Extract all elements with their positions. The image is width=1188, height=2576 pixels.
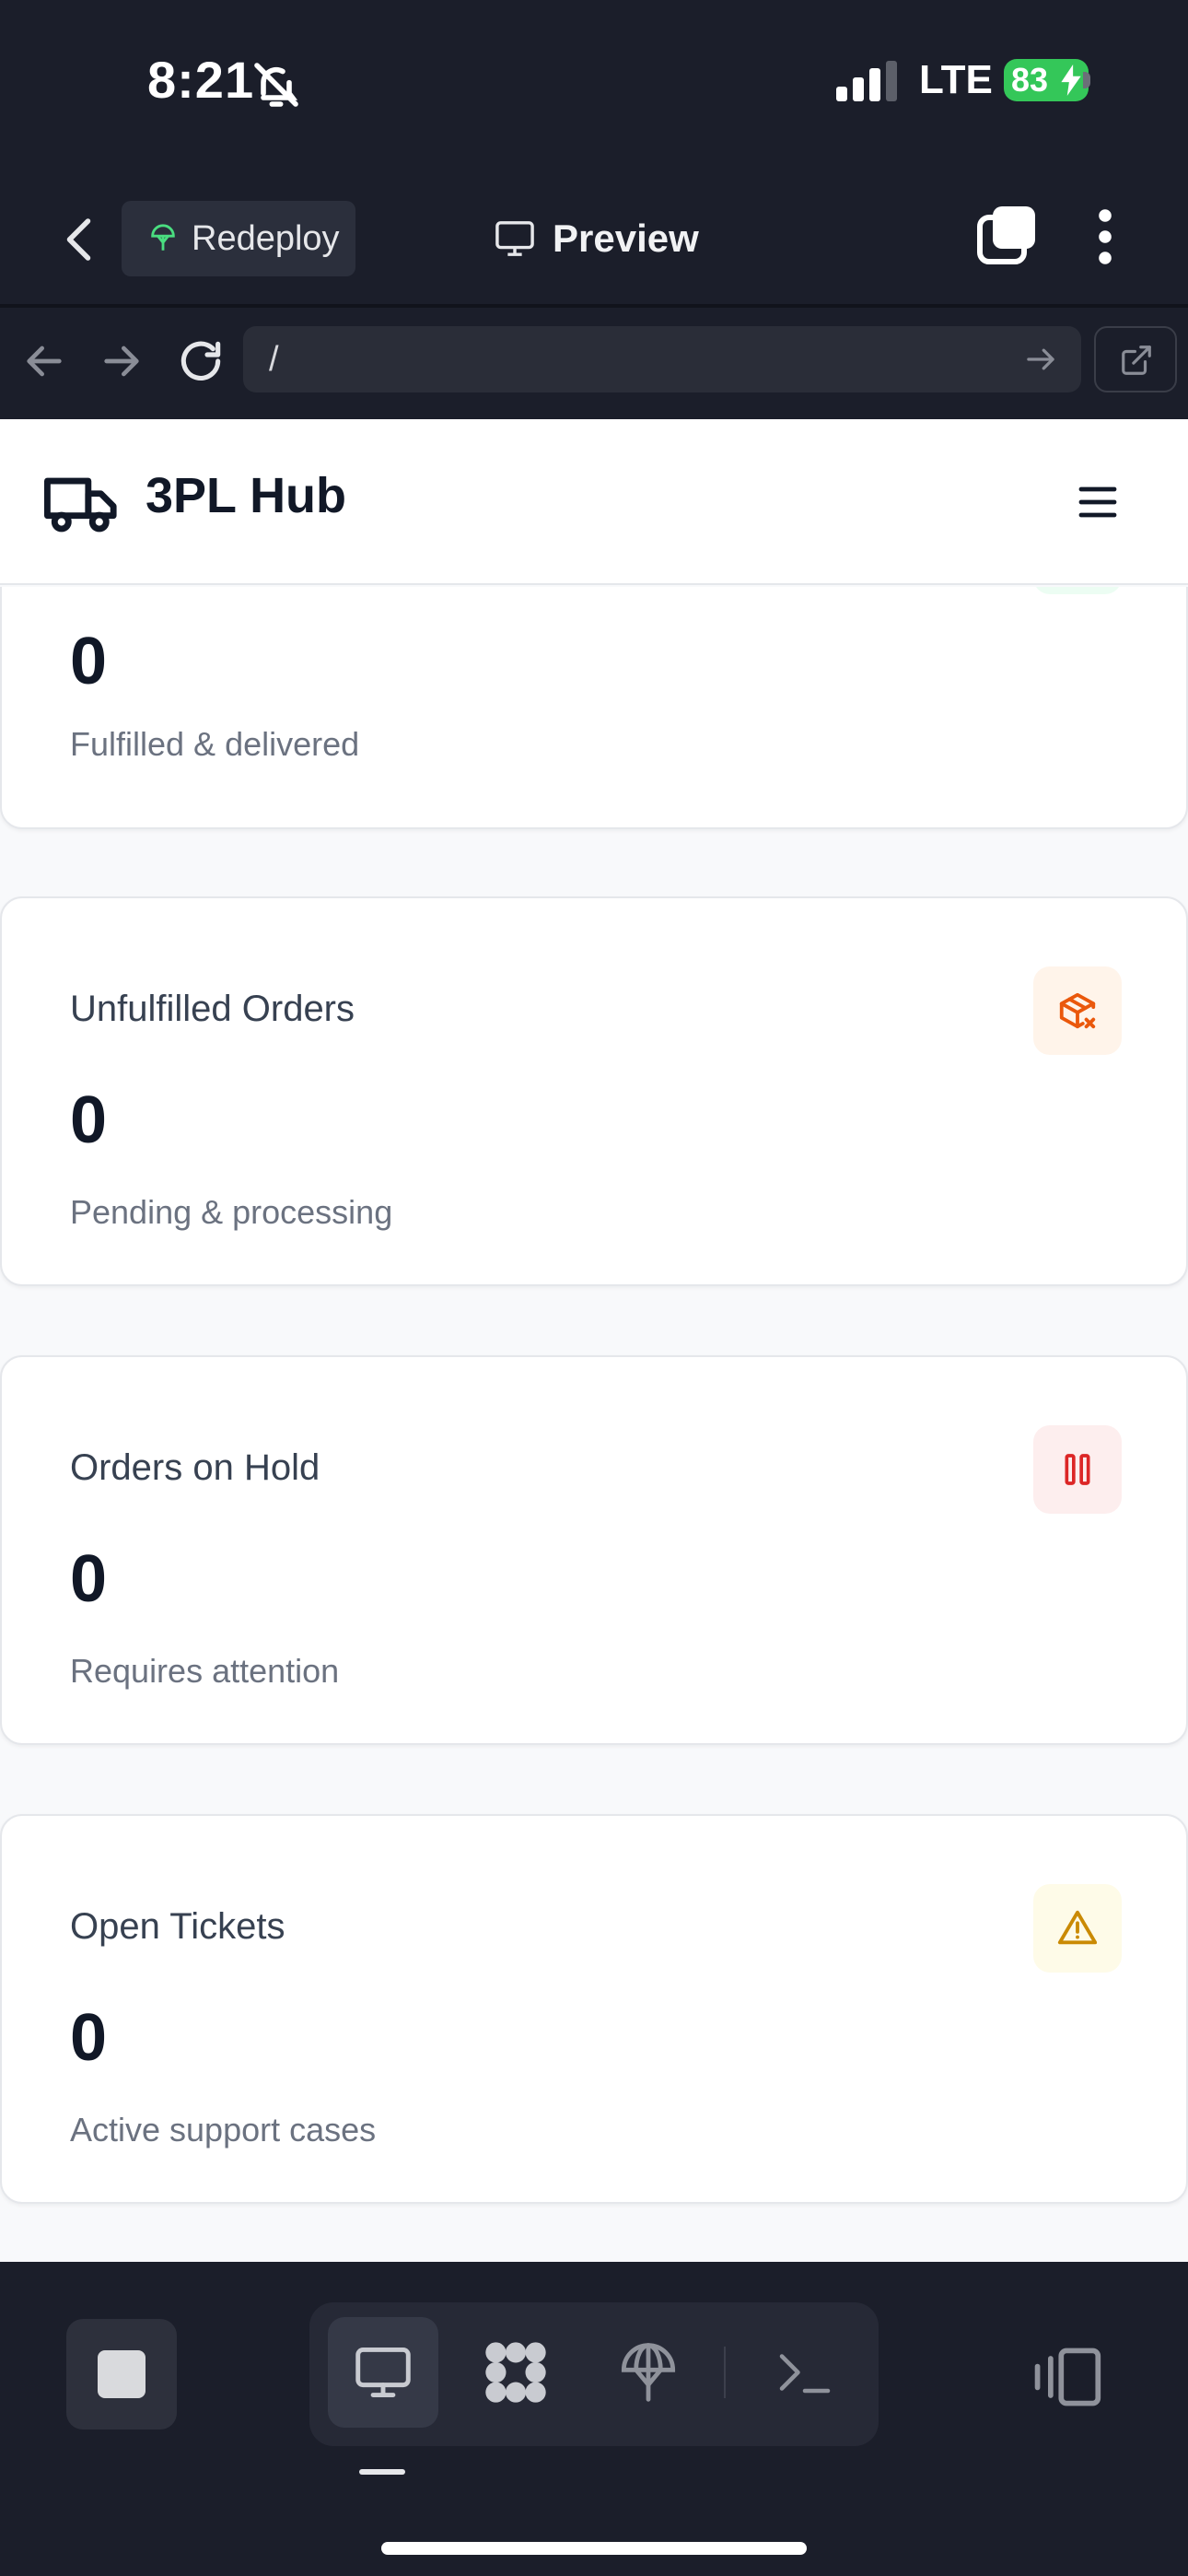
- network-type: LTE: [919, 57, 993, 102]
- card-description: Active support cases: [70, 2111, 377, 2149]
- truck-icon: [44, 477, 117, 533]
- apps-tool-button[interactable]: [460, 2317, 571, 2428]
- bottom-toolbar: [0, 2262, 1188, 2576]
- card-value: 0: [70, 1083, 108, 1157]
- stat-card-open-tickets: Open Tickets 0 Active support cases: [0, 1814, 1188, 2204]
- check-icon: [1033, 587, 1122, 594]
- stat-card-on-hold: Orders on Hold 0 Requires attention: [0, 1355, 1188, 1745]
- signal-icon: [836, 61, 897, 101]
- card-description: Pending & processing: [70, 1193, 393, 1231]
- stop-icon: [98, 2350, 146, 2398]
- stat-card-fulfilled: 0 Fulfilled & delivered: [0, 587, 1188, 829]
- package-x-icon: [1033, 966, 1122, 1055]
- desktop-icon: [355, 2348, 411, 2397]
- deploy-icon: [151, 224, 175, 251]
- deploy-tool-button[interactable]: [593, 2317, 704, 2428]
- card-description: Fulfilled & delivered: [70, 725, 360, 763]
- redeploy-button[interactable]: Redeploy: [122, 201, 355, 276]
- stop-button[interactable]: [66, 2319, 177, 2430]
- terminal-tool-button[interactable]: [750, 2317, 860, 2428]
- battery-cap: [1083, 72, 1090, 88]
- desktop-tool-button[interactable]: [328, 2317, 438, 2428]
- card-description: Requires attention: [70, 1652, 340, 1690]
- arrow-right-icon[interactable]: [96, 335, 147, 387]
- stat-card-unfulfilled: Unfulfilled Orders 0 Pending & processin…: [0, 896, 1188, 1286]
- more-vertical-icon[interactable]: [1087, 206, 1124, 267]
- tabs-icon[interactable]: [976, 205, 1037, 265]
- url-input[interactable]: /: [243, 326, 1081, 392]
- redeploy-label: Redeploy: [192, 218, 340, 258]
- go-arrow-icon[interactable]: [1022, 343, 1059, 376]
- apps-icon: [485, 2342, 546, 2403]
- status-bar: 8:21 LTE 83: [0, 0, 1188, 157]
- tool-switcher: [309, 2302, 879, 2446]
- browser-chrome: 8:21 LTE 83 Redeploy Preview /: [0, 0, 1188, 419]
- browser-navbar: Redeploy Preview: [0, 184, 1188, 304]
- card-title: Unfulfilled Orders: [70, 989, 355, 1029]
- active-tool-indicator: [359, 2469, 405, 2475]
- preview-label: Preview: [553, 217, 699, 260]
- monitor-icon: [495, 221, 534, 256]
- home-indicator: [381, 2542, 807, 2555]
- tool-separator: [724, 2347, 726, 2398]
- charging-bolt-icon: [1061, 64, 1081, 96]
- card-title: Orders on Hold: [70, 1447, 320, 1488]
- card-value: 0: [70, 2001, 108, 2075]
- back-chevron-icon[interactable]: [53, 212, 109, 267]
- alert-triangle-icon: [1033, 1884, 1122, 1973]
- card-value: 0: [70, 625, 108, 698]
- deploy-icon: [621, 2343, 676, 2402]
- app-title: 3PL Hub: [146, 468, 347, 523]
- card-value: 0: [70, 1542, 108, 1616]
- pause-icon: [1033, 1425, 1122, 1514]
- terminal-icon: [779, 2354, 831, 2394]
- app-header: 3PL Hub: [0, 419, 1188, 585]
- dashboard-content: 0 Fulfilled & delivered Unfulfilled Orde…: [0, 587, 1188, 2262]
- preview-title: Preview: [494, 206, 699, 271]
- status-time: 8:21: [147, 51, 255, 109]
- reload-icon[interactable]: [175, 335, 227, 387]
- device-toggle-icon[interactable]: [1030, 2345, 1103, 2409]
- external-link-icon: [1122, 345, 1151, 375]
- open-external-button[interactable]: [1094, 326, 1177, 392]
- hamburger-menu-icon[interactable]: [1076, 484, 1120, 521]
- arrow-left-icon[interactable]: [18, 335, 70, 387]
- card-title: Open Tickets: [70, 1906, 285, 1947]
- silent-bell-icon: [254, 63, 298, 107]
- url-toolbar: /: [0, 308, 1188, 419]
